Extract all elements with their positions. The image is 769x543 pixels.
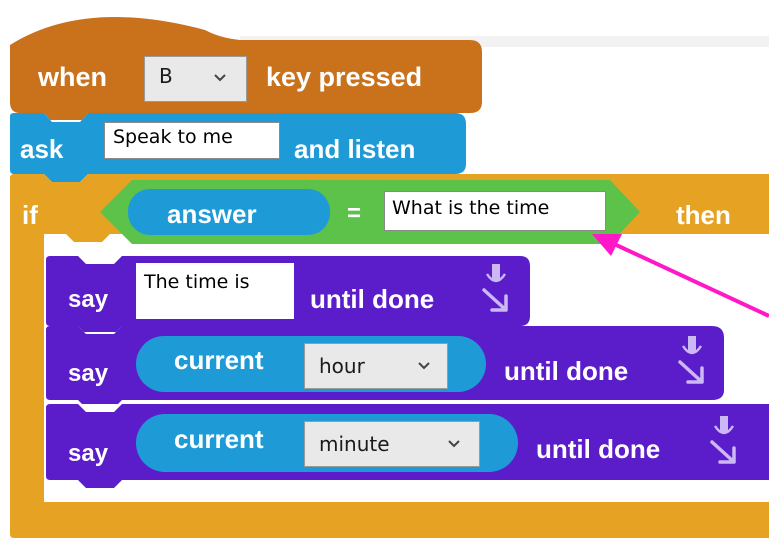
annotation-arrow-icon bbox=[592, 234, 769, 318]
